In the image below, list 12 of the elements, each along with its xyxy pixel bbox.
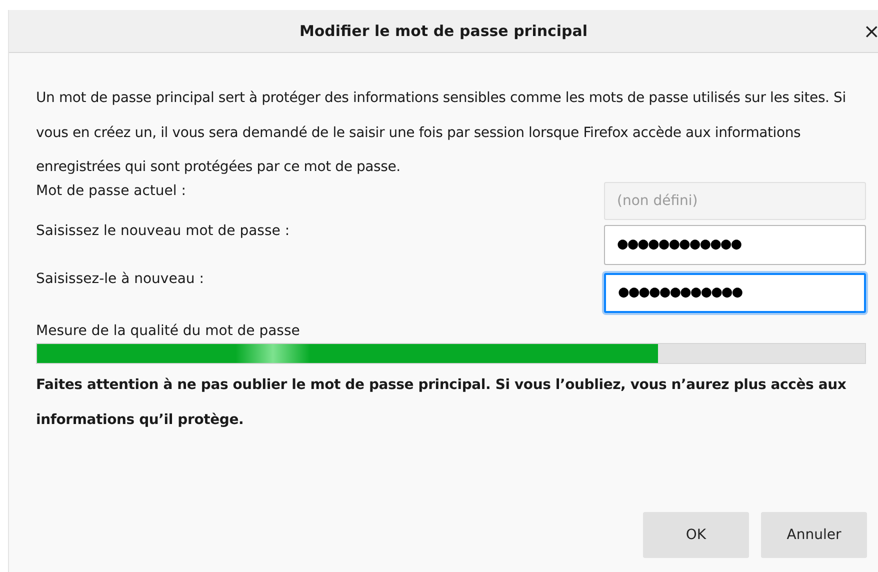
- quality-label: Mesure de la qualité du mot de passe: [36, 322, 301, 338]
- warning-text: Faites attention à ne pas oublier le mot de passe principal. Si vous l’oubliez, vous n’aurez plus accès aux informations qu’il protège.: [36, 376, 848, 430]
- description: Un mot de passe principal sert à protéger des informations sensibles comme les mots de passe utilisés sur les sites. Si vous en créez un, il vous sera demandé de le saisir une fois par session lorsque Firefox accède aux informations enregistrées qui sont protégées par ce mot de passe.: [36, 89, 847, 177]
- field-label: Saisissez-le à nouveau :: [36, 270, 204, 286]
- dialog-button[interactable]: Annuler: [761, 512, 867, 558]
- close-button[interactable]: ×: [861, 19, 878, 43]
- field-label: Saisissez le nouveau mot de passe :: [36, 222, 290, 238]
- dialog-button[interactable]: OK: [643, 512, 749, 558]
- window-title: Modifier le mot de passe principal: [299, 22, 588, 40]
- field-label: Mot de passe actuel :: [36, 182, 186, 198]
- password-field[interactable]: ●●●●●●●●●●●●: [604, 224, 866, 264]
- password-field[interactable]: ●●●●●●●●●●●●: [604, 272, 866, 312]
